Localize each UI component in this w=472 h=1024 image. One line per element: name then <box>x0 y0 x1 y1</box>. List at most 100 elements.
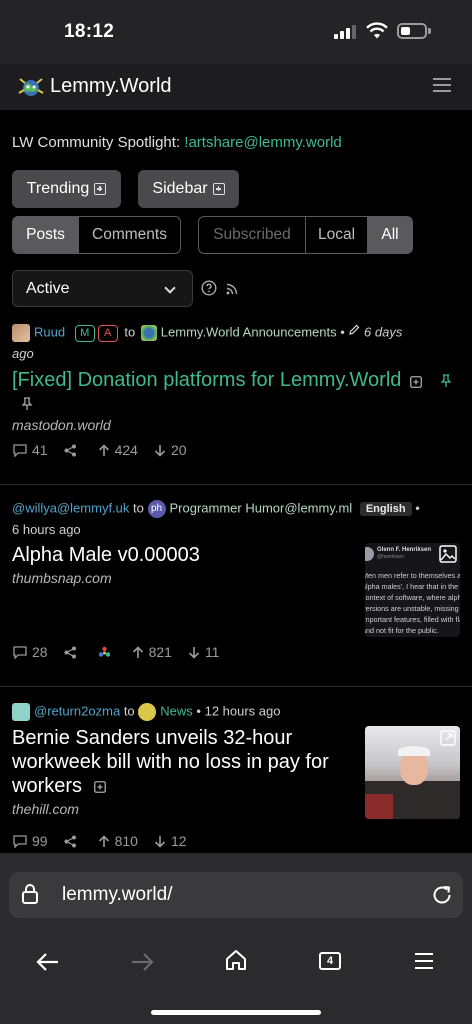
post-title-line[interactable]: workweek bill with no loss in pay for <box>12 750 357 774</box>
post-community[interactable]: News <box>160 703 193 718</box>
site-title[interactable]: Lemmy.World <box>50 75 172 98</box>
post-domain[interactable]: mastodon.world <box>12 417 111 433</box>
upvote-button[interactable]: 810 <box>98 833 138 849</box>
sidebar-button[interactable]: Sidebar <box>138 170 239 208</box>
avatar[interactable] <box>12 703 30 721</box>
admin-badge: A <box>97 324 118 342</box>
rss-icon[interactable] <box>226 283 238 295</box>
downvote-count: 11 <box>204 644 220 660</box>
comments-count[interactable]: 41 <box>13 442 48 458</box>
arrow-up-icon <box>98 443 109 456</box>
post-title[interactable]: Bernie Sanders unveils 32-hour workweek … <box>12 726 357 798</box>
comments-number: 28 <box>32 644 48 660</box>
community-icon: ph <box>147 500 166 518</box>
thumb-line: important features, filled with fla <box>365 615 460 624</box>
downvote-button[interactable]: 11 <box>188 644 220 660</box>
post-title-line[interactable]: Bernie Sanders unveils 32-hour <box>12 726 357 750</box>
post-author[interactable]: @return2ozma <box>34 703 120 718</box>
post-time-suffix: ago <box>12 346 34 361</box>
back-arrow-icon[interactable] <box>36 951 60 973</box>
reload-icon[interactable] <box>431 884 453 906</box>
upvote-count: 810 <box>114 833 138 849</box>
meta-to: to <box>123 703 135 719</box>
thumb-face <box>400 751 428 785</box>
downvote-button[interactable]: 12 <box>154 833 187 849</box>
expand-icon <box>94 183 107 195</box>
post-title-text[interactable]: [Fixed] Donation platforms for Lemmy.Wor… <box>12 369 401 391</box>
signal-icon <box>334 25 358 39</box>
tab-posts[interactable]: Posts <box>13 217 79 253</box>
browser-menu-icon[interactable] <box>415 953 433 969</box>
home-indicator[interactable] <box>151 1010 321 1015</box>
arrow-down-icon <box>154 835 166 848</box>
edit-pencil-icon <box>349 325 360 336</box>
tab-local[interactable]: Local <box>306 217 368 253</box>
home-icon[interactable] <box>224 948 248 972</box>
tab-all[interactable]: All <box>368 217 412 253</box>
arrow-up-icon <box>132 645 143 658</box>
moderator-badge: M <box>74 324 95 342</box>
lock-icon <box>22 884 38 904</box>
expand-icon[interactable] <box>410 376 422 388</box>
post-title-line[interactable]: workers <box>12 775 82 797</box>
share-button[interactable] <box>64 444 82 457</box>
downvote-button[interactable]: 20 <box>154 442 187 458</box>
expand-icon[interactable] <box>93 780 106 793</box>
post-title[interactable]: Alpha Male v0.00003 <box>12 543 200 567</box>
post-time: 6 hours ago <box>12 522 81 537</box>
post-domain[interactable]: thumbsnap.com <box>12 570 112 586</box>
pin-icon <box>440 374 452 387</box>
post-actions: 99 810 12 <box>13 833 203 849</box>
tab-comments[interactable]: Comments <box>79 217 180 253</box>
spotlight-link[interactable]: !artshare@lemmy.world <box>184 134 342 151</box>
comment-icon <box>13 834 27 848</box>
thumb-chair <box>365 794 393 819</box>
sort-select[interactable]: Active <box>12 270 193 307</box>
comments-count[interactable]: 99 <box>13 833 48 849</box>
url-text[interactable]: lemmy.world/ <box>62 884 173 906</box>
post-thumbnail[interactable]: Glenn F. Henriksen @henriksen Men men re… <box>365 543 460 637</box>
comments-count[interactable]: 28 <box>13 644 48 660</box>
lemmy-world-logo[interactable] <box>16 75 46 99</box>
tab-subscribed[interactable]: Subscribed <box>199 217 306 253</box>
post-title[interactable]: [Fixed] Donation platforms for Lemmy.Wor… <box>12 368 432 392</box>
arrow-down-icon <box>188 646 200 659</box>
post-community[interactable]: Lemmy.World Announcements <box>161 324 337 339</box>
share-button[interactable] <box>64 835 82 848</box>
forward-arrow-icon[interactable] <box>130 951 154 973</box>
post-meta: @return2ozma to News • 12 hours ago <box>12 703 281 721</box>
expand-icon <box>212 183 225 195</box>
post-thumbnail[interactable] <box>365 726 460 819</box>
post-type-toggle: Posts Comments <box>12 216 181 254</box>
share-button[interactable] <box>64 646 82 659</box>
crosspost-button[interactable] <box>98 646 116 659</box>
post-author[interactable]: Ruud <box>34 324 65 339</box>
status-time: 18:12 <box>64 21 115 42</box>
site-header: Lemmy.World <box>0 64 472 110</box>
post-domain[interactable]: thehill.com <box>12 801 79 817</box>
image-icon <box>439 545 457 563</box>
downvote-count: 20 <box>170 442 187 458</box>
trending-button[interactable]: Trending <box>12 170 121 208</box>
comment-icon <box>13 443 27 457</box>
help-icon[interactable] <box>201 280 217 296</box>
upvote-button[interactable]: 821 <box>132 644 172 660</box>
comments-number: 99 <box>32 833 48 849</box>
post-actions: 28 821 11 <box>13 644 235 660</box>
avatar <box>365 547 374 561</box>
upvote-button[interactable]: 424 <box>98 442 138 458</box>
post-divider <box>0 686 472 687</box>
post-community[interactable]: Programmer Humor@lemmy.ml <box>170 500 353 515</box>
hamburger-menu-icon[interactable] <box>433 78 451 92</box>
thumb-handle: @henriksen <box>377 554 404 560</box>
crosspost-icon <box>98 646 110 657</box>
comments-number: 41 <box>32 442 48 458</box>
share-icon <box>64 444 76 456</box>
post-author[interactable]: @willya@lemmyf.uk <box>12 500 129 515</box>
sort-selected-value: Active <box>26 279 70 297</box>
tab-count: 4 <box>326 955 334 967</box>
tabs-button[interactable]: 4 <box>319 952 341 970</box>
comment-icon <box>13 645 27 659</box>
avatar[interactable] <box>12 324 30 342</box>
thumb-text: Men men refer to themselves a alpha male… <box>365 570 460 636</box>
